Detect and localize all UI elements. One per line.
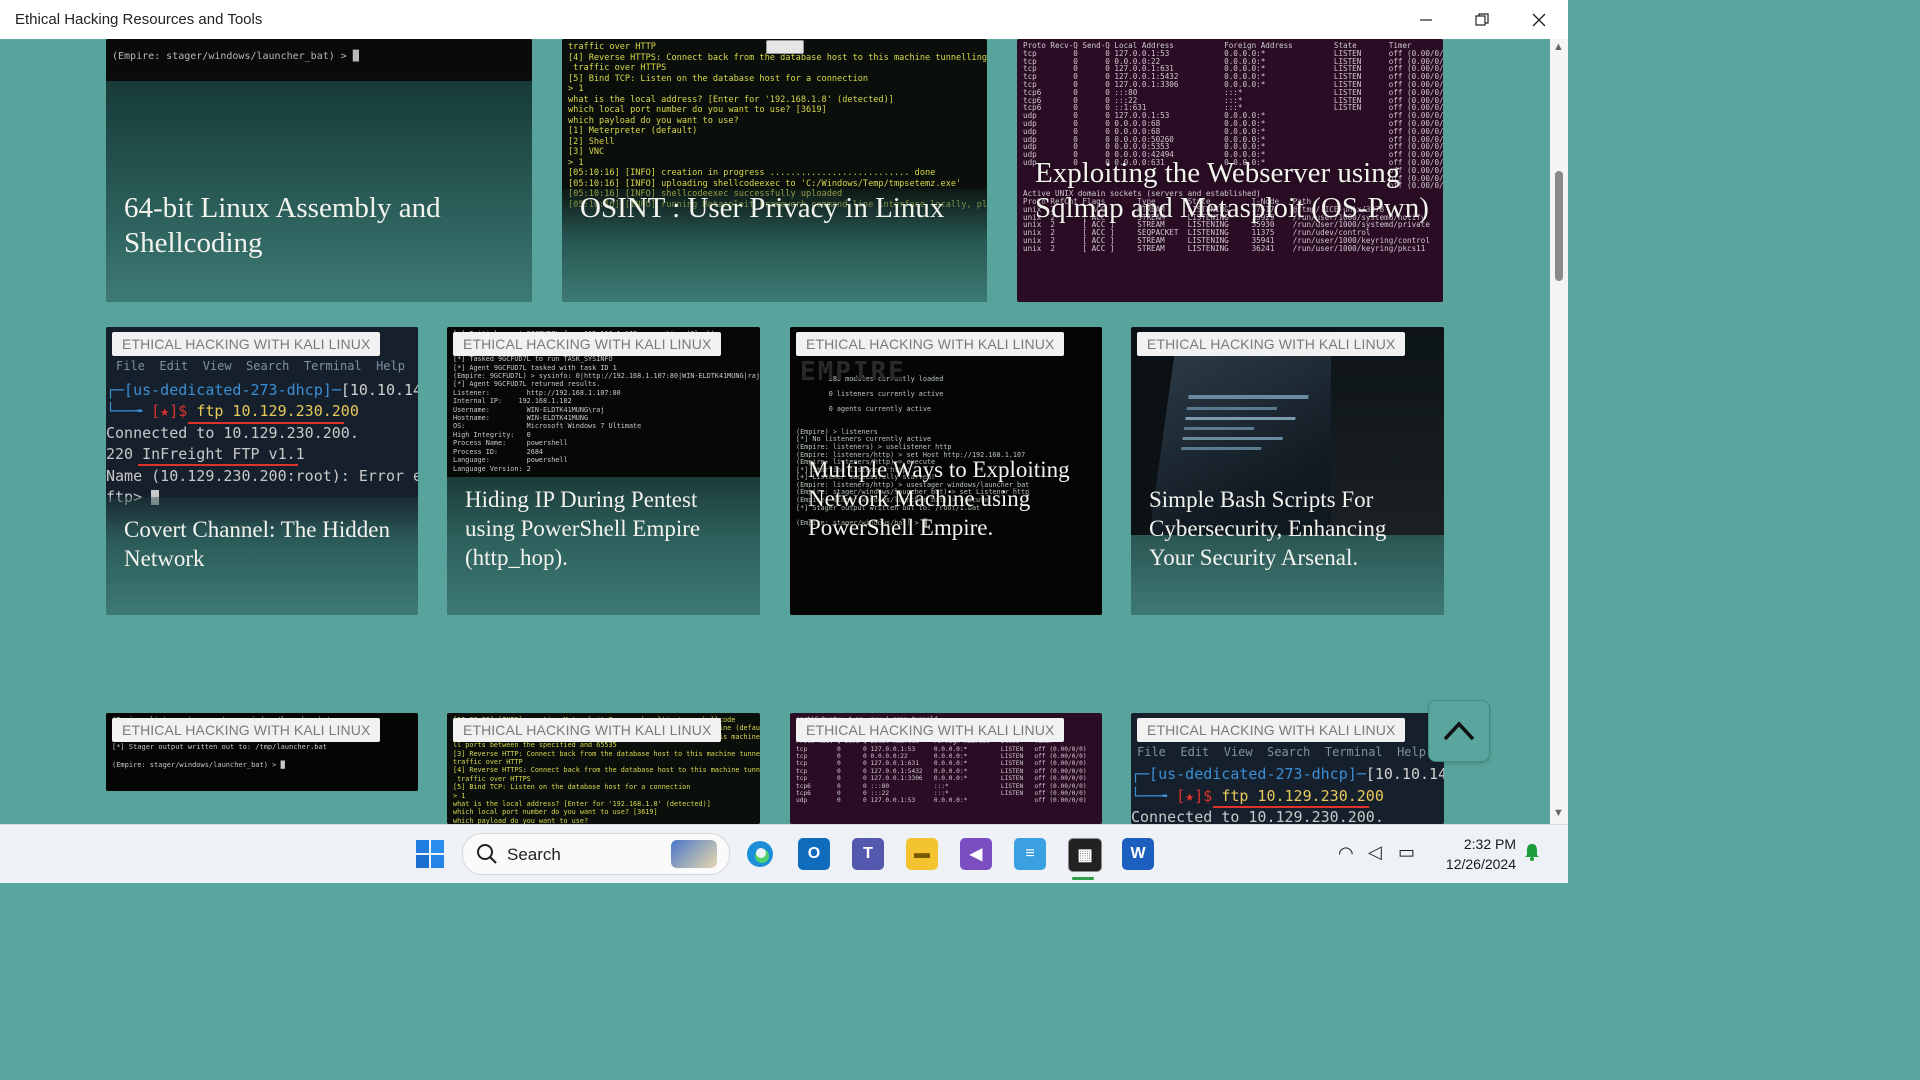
article-card[interactable]: File Edit View Search Terminal Help ┌─[u… xyxy=(1131,713,1444,824)
wifi-icon[interactable]: ◠ xyxy=(1338,843,1354,864)
clock[interactable]: 2:32 PM 12/26/2024 xyxy=(1446,834,1516,874)
article-card[interactable]: traffic over HTTP [4] Reverse HTTPS: Con… xyxy=(562,39,987,302)
active-app-icon[interactable]: ▦ xyxy=(1068,838,1102,872)
outlook-icon[interactable]: O xyxy=(798,838,830,870)
close-icon xyxy=(1532,13,1546,26)
file-explorer-icon[interactable]: ▬ xyxy=(906,838,938,870)
category-tag[interactable]: ETHICAL HACKING WITH KALI LINUX xyxy=(453,718,722,742)
search-placeholder: Search xyxy=(507,845,561,864)
visual-studio-icon[interactable]: ◀ xyxy=(960,838,992,870)
taskbar: Search O T ▬ ◀ ≡ ▦ W ◠ ◁ ▭ 2:32 PM 12/26… xyxy=(0,824,1568,883)
windows-logo-icon xyxy=(416,840,444,868)
category-tag[interactable]: ETHICAL HACKING WITH KALI LINUX xyxy=(453,332,722,356)
search-icon xyxy=(477,844,497,864)
card-title[interactable]: Multiple Ways to Exploiting Network Mach… xyxy=(808,455,1088,542)
battery-icon[interactable]: ▭ xyxy=(1398,842,1415,863)
empire-logo: EMPIRE xyxy=(800,357,906,387)
article-card[interactable]: ETHICAL HACKING WITH KALI LINUX Simple B… xyxy=(1131,327,1444,615)
scroll-thumb[interactable] xyxy=(1555,171,1563,281)
category-tag[interactable]: ETHICAL HACKING WITH KALI LINUX xyxy=(112,718,381,742)
card-title[interactable]: Hiding IP During Pentest using PowerShel… xyxy=(465,485,746,572)
article-card[interactable]: Proto Recv-Q Send-Q Local Address Foreig… xyxy=(1017,39,1443,302)
taskbar-search[interactable]: Search xyxy=(462,833,730,875)
category-tag[interactable]: ETHICAL HACKING WITH KALI LINUX xyxy=(1137,718,1406,742)
minimize-icon xyxy=(1420,18,1432,21)
article-card[interactable]: 285 modules currently loaded 0 listeners… xyxy=(790,327,1102,615)
scroll-down-arrow[interactable]: ▼ xyxy=(1553,807,1564,819)
title-bar: Ethical Hacking Resources and Tools xyxy=(0,0,1568,39)
teams-icon[interactable]: T xyxy=(852,838,884,870)
category-tag[interactable]: ETHICAL HACKING WITH KALI LINUX xyxy=(1137,332,1406,356)
scroll-up-arrow[interactable]: ▲ xyxy=(1553,41,1564,53)
category-tag[interactable]: ETHICAL HACKING WITH KALI LINUX xyxy=(796,718,1065,742)
article-card[interactable]: [+] Initial agent 9GCFUD7L from 192.168.… xyxy=(447,327,760,615)
article-card[interactable]: aarti@ubuntu:~$ ps -aux | grep tunneld a… xyxy=(790,713,1102,824)
back-to-top-button[interactable] xyxy=(1428,700,1490,762)
edge-icon[interactable] xyxy=(744,838,776,870)
chevron-up-icon xyxy=(1443,721,1475,741)
drag-handle[interactable] xyxy=(766,40,804,54)
card-title[interactable]: 64-bit Linux Assembly and Shellcoding xyxy=(124,191,518,261)
vertical-scrollbar[interactable]: ▲ ▼ xyxy=(1550,39,1568,824)
article-card[interactable]: (Empire: stager/windows/launcher_bat) > … xyxy=(106,39,532,302)
article-card[interactable]: (Empire: listeners) > usestager windows/… xyxy=(106,713,418,791)
article-grid: (Empire: stager/windows/launcher_bat) > … xyxy=(0,39,1550,824)
start-button[interactable] xyxy=(414,838,446,870)
close-button[interactable] xyxy=(1511,0,1567,39)
notepad-icon[interactable]: ≡ xyxy=(1014,838,1046,870)
card-title[interactable]: Covert Channel: The Hidden Network xyxy=(124,515,404,573)
article-card[interactable]: File Edit View Search Terminal Help ┌─[u… xyxy=(106,327,418,615)
notification-bell-icon[interactable] xyxy=(1524,843,1540,861)
restore-button[interactable] xyxy=(1454,0,1510,39)
card-title[interactable]: Simple Bash Scripts For Cybersecurity, E… xyxy=(1149,485,1430,572)
card-thumbnail: (Empire: stager/windows/launcher_bat) > … xyxy=(106,39,532,77)
window-title: Ethical Hacking Resources and Tools xyxy=(15,11,263,28)
search-highlight-icon xyxy=(671,840,717,868)
volume-icon[interactable]: ◁ xyxy=(1368,842,1382,863)
category-tag[interactable]: ETHICAL HACKING WITH KALI LINUX xyxy=(112,332,381,356)
card-title[interactable]: OSINT : User Privacy in Linux xyxy=(580,191,973,226)
card-thumbnail: File Edit View Search Terminal Help ┌─[u… xyxy=(106,327,418,523)
word-icon[interactable]: W xyxy=(1122,838,1154,870)
card-title[interactable]: Exploiting the Webserver using Sqlmap an… xyxy=(1035,156,1429,226)
active-indicator xyxy=(1072,877,1094,880)
article-card[interactable]: [10:08:00] [INFO] creating Metasploit Fr… xyxy=(447,713,760,824)
restore-icon xyxy=(1475,12,1489,26)
minimize-button[interactable] xyxy=(1398,0,1454,39)
category-tag[interactable]: ETHICAL HACKING WITH KALI LINUX xyxy=(796,332,1065,356)
